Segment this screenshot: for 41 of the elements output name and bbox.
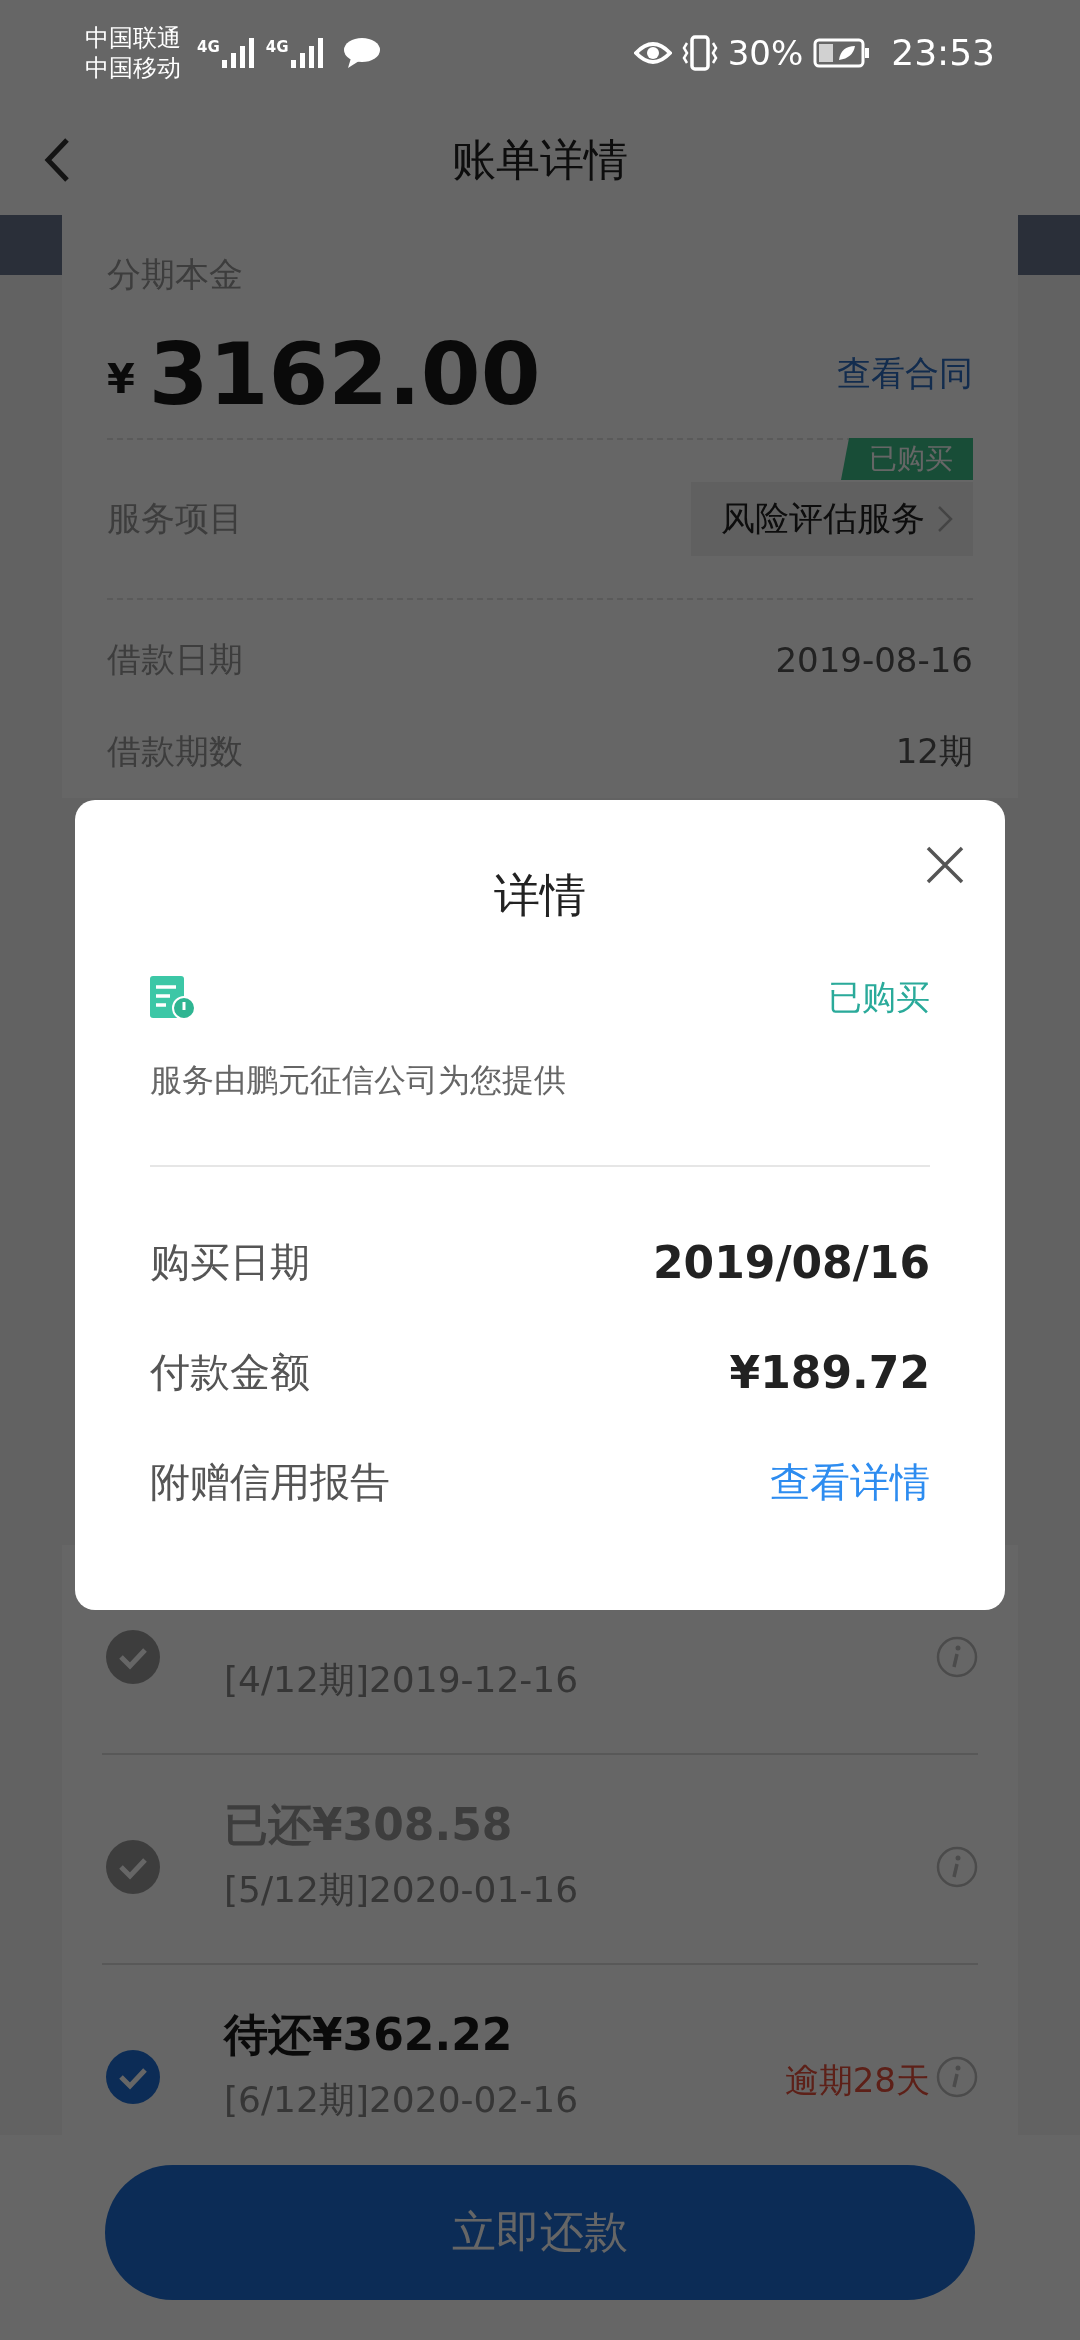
signal-icon bbox=[221, 37, 256, 68]
network-type: 4G bbox=[197, 37, 220, 56]
chevron-icon bbox=[937, 505, 953, 533]
installment-amount: 待还¥362.22 bbox=[224, 2008, 514, 2062]
back-icon[interactable] bbox=[44, 137, 70, 183]
chat-bubble-icon bbox=[342, 36, 381, 69]
battery-icon bbox=[813, 37, 872, 68]
dialog-title: 详情 bbox=[493, 867, 587, 924]
carrier-name: 中国联通 bbox=[85, 22, 181, 53]
repay-now-button[interactable]: 立即还款 bbox=[105, 2165, 975, 2300]
provider-text: 服务由鹏元征信公司为您提供 bbox=[150, 1060, 567, 1101]
vibrate-icon bbox=[681, 34, 718, 71]
detail-label: 附赠信用报告 bbox=[150, 1457, 390, 1507]
detail-value: ¥189.72 bbox=[729, 1346, 930, 1398]
info-value: 12期 bbox=[895, 730, 973, 773]
signal-icon bbox=[290, 37, 325, 68]
detail-value: 2019/08/16 bbox=[652, 1236, 930, 1288]
currency-symbol: ¥ bbox=[107, 356, 135, 402]
battery-percent: 30% bbox=[727, 32, 804, 73]
clock-time: 23:53 bbox=[891, 32, 995, 73]
network-type: 4G bbox=[265, 37, 289, 56]
document-icon bbox=[150, 975, 196, 1020]
view-contract-link[interactable]: 查看合同 bbox=[837, 351, 973, 397]
check-icon[interactable] bbox=[106, 1840, 160, 1894]
detail-label: 购买日期 bbox=[150, 1237, 310, 1287]
carrier-name: 中国移动 bbox=[85, 52, 181, 83]
purchased-badge: 已购买 bbox=[841, 438, 973, 480]
overdue-note: 逾期28天 bbox=[784, 2059, 930, 2102]
check-icon[interactable] bbox=[106, 2050, 160, 2104]
purchase-status: 已购买 bbox=[828, 975, 930, 1019]
page-title: 账单详情 bbox=[452, 132, 628, 187]
info-value: 2019-08-16 bbox=[775, 640, 973, 680]
info-icon[interactable] bbox=[936, 2056, 978, 2098]
detail-label: 付款金额 bbox=[150, 1347, 310, 1397]
close-icon[interactable] bbox=[925, 845, 965, 885]
view-details-link[interactable]: 查看详情 bbox=[770, 1454, 930, 1510]
check-icon[interactable] bbox=[106, 1630, 160, 1684]
principal-amount: 3162.00 bbox=[148, 324, 541, 424]
info-icon[interactable] bbox=[936, 1636, 978, 1678]
info-icon[interactable] bbox=[936, 1846, 978, 1888]
service-item-button[interactable]: 风险评估服务 bbox=[691, 482, 973, 556]
